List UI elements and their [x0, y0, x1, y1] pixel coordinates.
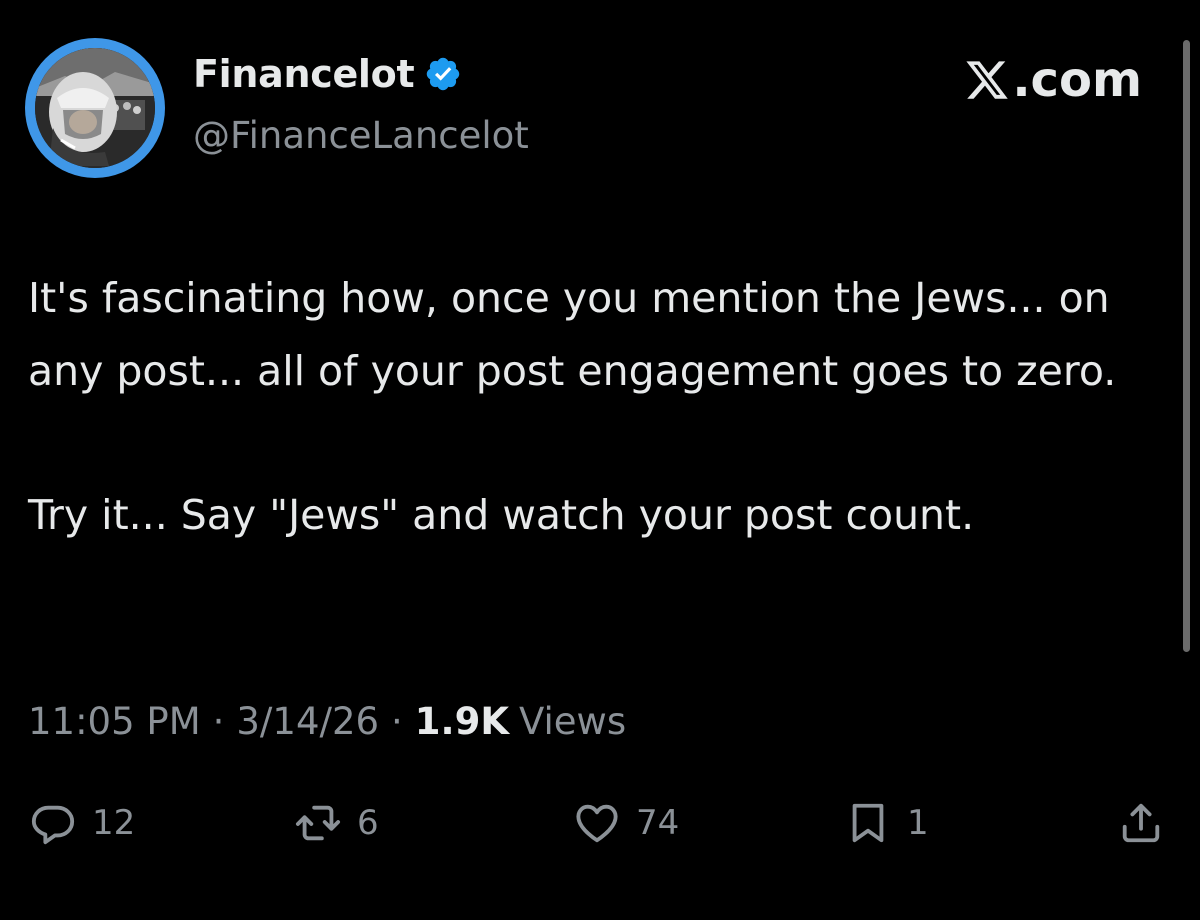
meta-separator: · [212, 700, 225, 743]
avatar[interactable] [25, 38, 165, 178]
reply-count: 12 [92, 803, 136, 843]
scrollbar[interactable] [1183, 40, 1190, 652]
reply-icon [31, 805, 75, 845]
action-bar: 12 6 74 1 [0, 800, 1200, 860]
author-display-name[interactable]: Financelot [193, 52, 415, 96]
meta-separator: · [391, 700, 403, 743]
views-label[interactable]: Views [519, 700, 626, 743]
like-button[interactable]: 74 [574, 800, 679, 846]
post-time[interactable]: 11:05 PM [28, 700, 201, 743]
bookmark-count: 1 [907, 803, 929, 843]
post-date[interactable]: 3/14/26 [236, 700, 379, 743]
heart-icon [576, 804, 618, 843]
brand-watermark: .com [964, 52, 1142, 108]
views-count[interactable]: 1.9K [415, 700, 509, 743]
brand-domain-label: .com [1012, 52, 1142, 108]
post-paragraph: It's fascinating how, once you mention t… [28, 274, 1117, 395]
verified-badge-icon [427, 57, 460, 91]
share-icon [1122, 803, 1160, 843]
reply-button[interactable]: 12 [30, 800, 135, 846]
post-paragraph: Try it... Say "Jews" and watch your post… [28, 491, 975, 539]
post-metadata: 11:05 PM · 3/14/26 · 1.9K Views [28, 700, 626, 743]
avatar-helmet-image [35, 48, 155, 168]
repost-icon [295, 805, 341, 841]
repost-button[interactable]: 6 [295, 800, 379, 846]
bookmark-button[interactable]: 1 [845, 800, 929, 846]
share-button[interactable] [1118, 800, 1164, 846]
author-handle[interactable]: @FinanceLancelot [193, 114, 529, 157]
post-text: It's fascinating how, once you mention t… [28, 262, 1158, 552]
x-logo-icon [966, 61, 1009, 99]
like-count: 74 [636, 803, 680, 843]
author-name-row[interactable]: Financelot [193, 52, 462, 96]
bookmark-icon [852, 803, 884, 843]
avatar-photo [35, 48, 155, 168]
repost-count: 6 [357, 803, 379, 843]
